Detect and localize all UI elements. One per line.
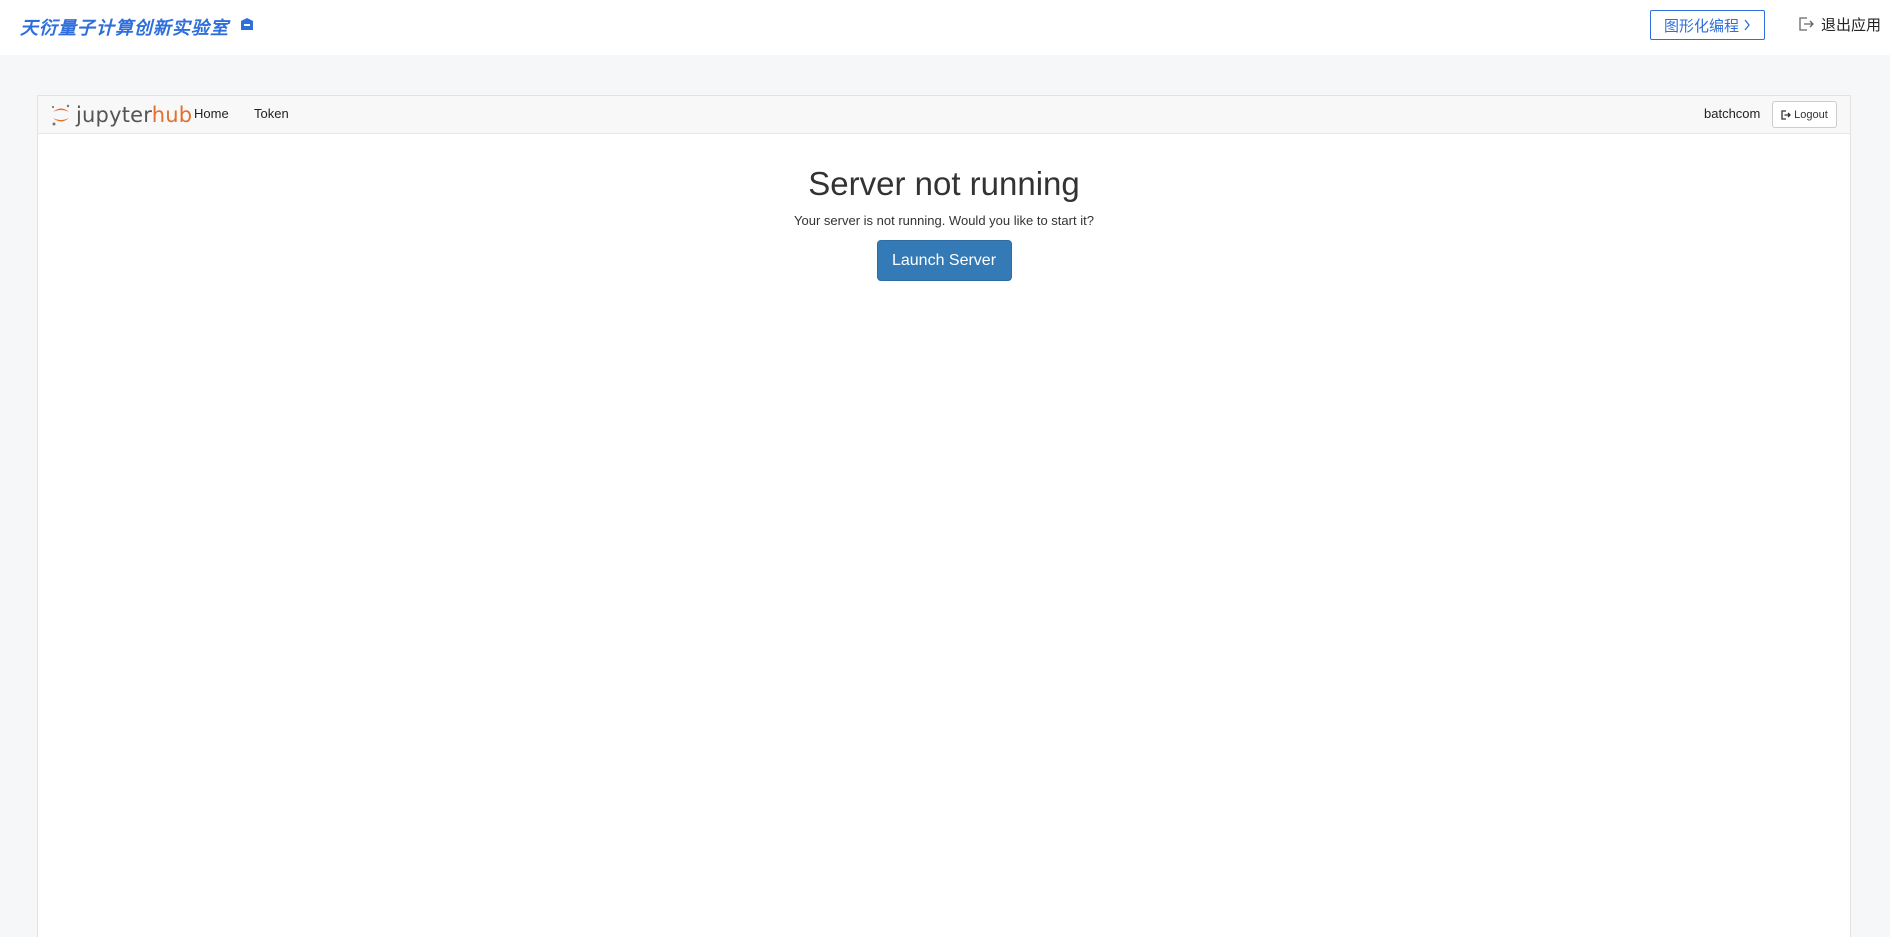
username-label: batchcom [1704, 106, 1761, 121]
exit-app-label: 退出应用 [1821, 16, 1882, 34]
exit-app-button[interactable]: 退出应用 [1797, 12, 1881, 36]
app-top-bar: 天衍量子计算创新实验室 图形化编程 退出应用 [0, 0, 1890, 55]
logo-hub-text: hub [151, 103, 193, 127]
chevron-right-icon [1744, 19, 1750, 31]
jupyterhub-navbar: jupyterhub Home Token batchcom Logout [38, 96, 1850, 134]
nav-token-link[interactable]: Token [254, 106, 289, 121]
logout-button[interactable]: Logout [1772, 101, 1837, 128]
app-brand-title: 天衍量子计算创新实验室 [20, 18, 229, 38]
graphic-programming-button[interactable]: 图形化编程 [1650, 10, 1765, 40]
logo-jupyter-text: jupyter [76, 103, 152, 127]
launch-server-button[interactable]: Launch Server [876, 240, 1012, 281]
exit-icon [1799, 17, 1814, 31]
server-status-content: Server not running Your server is not ru… [38, 134, 1850, 281]
logout-label: Logout [1794, 108, 1828, 121]
page-title: Server not running [808, 165, 1080, 202]
jupyterhub-panel: jupyterhub Home Token batchcom Logout Se… [37, 95, 1851, 937]
server-status-message: Your server is not running. Would you li… [794, 213, 1094, 228]
jupyterhub-wordmark: jupyterhub [76, 103, 192, 127]
home-badge-icon[interactable] [239, 17, 255, 33]
nav-home-link[interactable]: Home [194, 106, 229, 121]
sign-out-icon [1781, 109, 1792, 120]
jupyter-logo-icon [52, 104, 70, 126]
jupyterhub-logo[interactable]: jupyterhub [50, 101, 192, 129]
graphic-programming-label: 图形化编程 [1663, 17, 1739, 35]
